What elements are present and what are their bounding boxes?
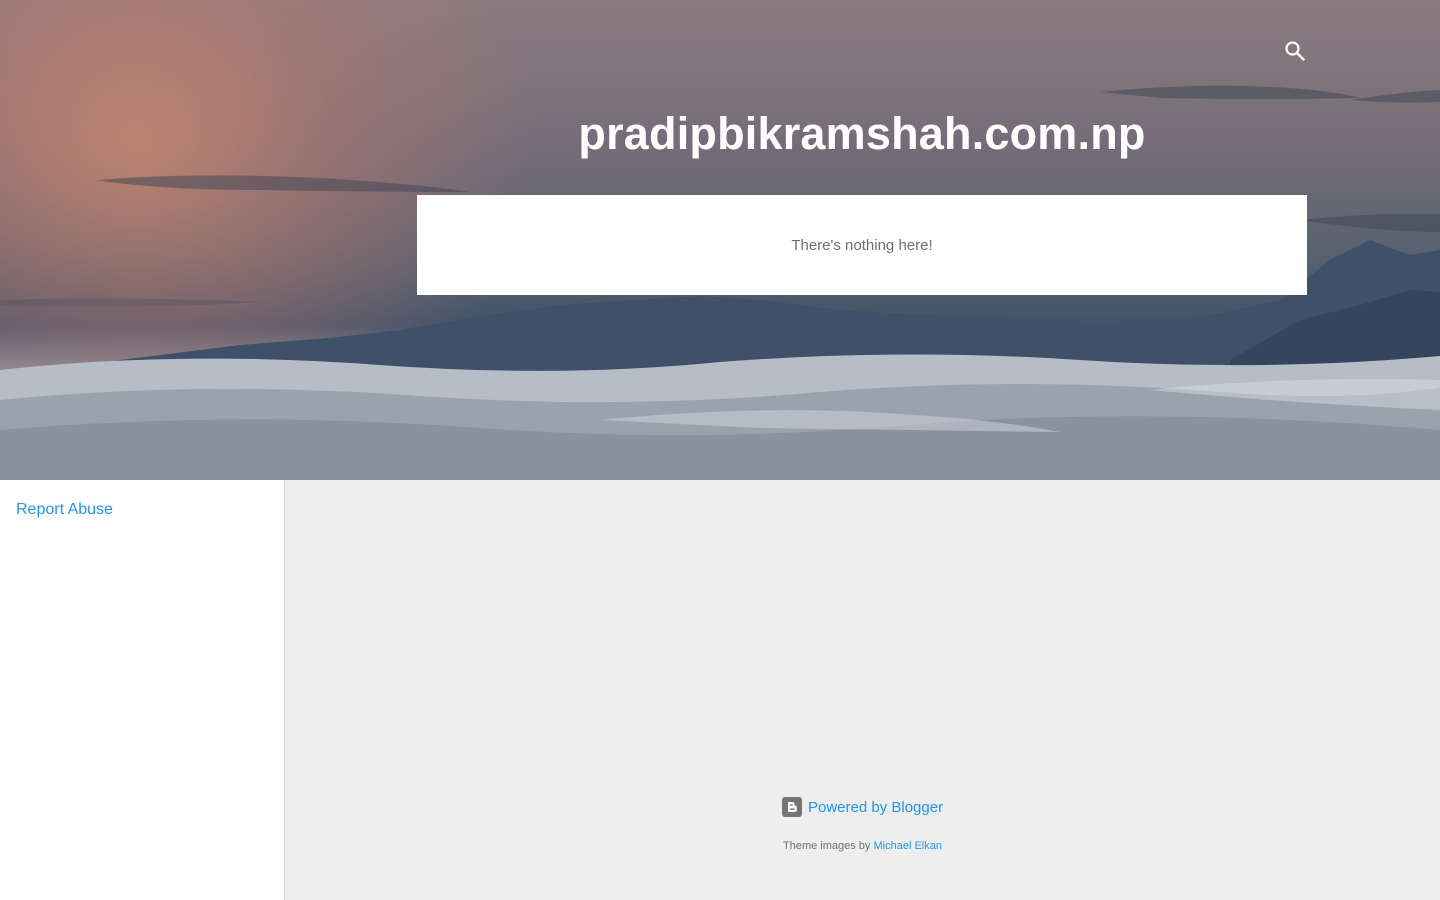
report-abuse-link[interactable]: Report Abuse: [16, 501, 113, 519]
powered-by-blogger-link[interactable]: Powered by Blogger: [782, 797, 943, 817]
blogger-icon: [782, 797, 802, 817]
sidebar: Report Abuse: [0, 480, 285, 900]
blog-title[interactable]: pradipbikramshah.com.np: [417, 108, 1307, 160]
empty-posts-panel: There's nothing here!: [417, 195, 1307, 295]
search-icon[interactable]: [1283, 39, 1307, 63]
empty-message: There's nothing here!: [791, 236, 933, 254]
theme-attribution: Theme images by Michael Elkan: [285, 840, 1440, 852]
theme-images-prefix: Theme images by: [783, 840, 871, 852]
theme-author-link[interactable]: Michael Elkan: [874, 840, 942, 852]
powered-by-label: Powered by Blogger: [808, 798, 944, 816]
